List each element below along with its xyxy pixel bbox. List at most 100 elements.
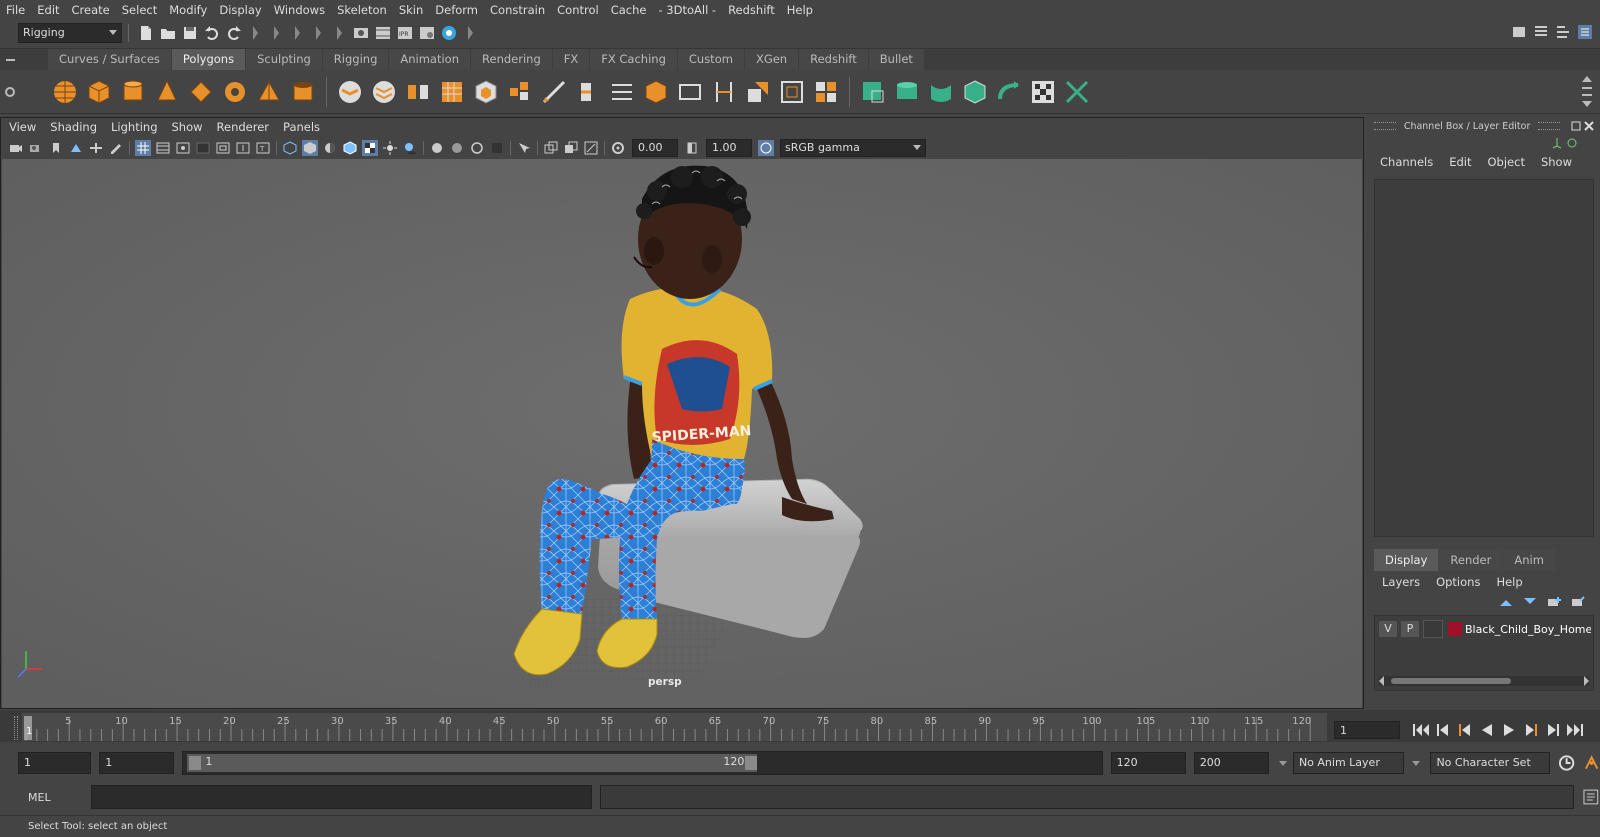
- viewport-menu-renderer[interactable]: Renderer: [210, 118, 277, 136]
- poly-plane-icon[interactable]: [186, 77, 216, 107]
- layer-menu-options[interactable]: Options: [1428, 573, 1488, 591]
- multi-cut-icon[interactable]: [539, 77, 569, 107]
- timeline-grip[interactable]: [14, 716, 18, 740]
- auto-key-icon[interactable]: [1558, 754, 1575, 772]
- depth-of-field-icon[interactable]: [489, 140, 505, 156]
- shelf-tab-xgen[interactable]: XGen: [744, 49, 799, 70]
- step-back-key-icon[interactable]: [1454, 722, 1476, 738]
- layer-playback-toggle[interactable]: P: [1401, 621, 1419, 637]
- range-slider-bar-fill[interactable]: [187, 754, 758, 772]
- create-layer-from-selected-icon[interactable]: [1570, 596, 1586, 608]
- close-icon[interactable]: [1584, 121, 1594, 131]
- hypershade-icon[interactable]: [441, 25, 457, 41]
- shelf-tab-sculpting[interactable]: Sculpting: [246, 49, 322, 70]
- insert-edge-loop-icon[interactable]: [573, 77, 603, 107]
- chevron-down-icon[interactable]: [1278, 760, 1287, 766]
- wireframe-icon[interactable]: [282, 140, 298, 156]
- layer-tab-render[interactable]: Render: [1439, 549, 1503, 571]
- poly-cylinder-icon[interactable]: [118, 77, 148, 107]
- channel-list[interactable]: [1374, 179, 1594, 537]
- checker-map-icon[interactable]: [1028, 77, 1058, 107]
- 2d-pan-zoom-icon[interactable]: [88, 140, 104, 156]
- textured-icon[interactable]: [362, 140, 378, 156]
- poly-pyramid-icon[interactable]: [254, 77, 284, 107]
- speed-icon[interactable]: [1566, 137, 1578, 149]
- exposure-icon[interactable]: [610, 140, 626, 156]
- smooth-shade-icon[interactable]: [302, 140, 318, 156]
- step-forward-frame-icon[interactable]: [1542, 722, 1564, 738]
- planar-map-icon[interactable]: [858, 77, 888, 107]
- uv-editor-icon[interactable]: [777, 77, 807, 107]
- range-end-handle[interactable]: [745, 756, 758, 770]
- cut-uv-icon[interactable]: [1062, 77, 1092, 107]
- viewport-menu-view[interactable]: View: [2, 118, 43, 136]
- ipr-render-icon[interactable]: IPR: [397, 25, 413, 41]
- shelf-tab-rendering[interactable]: Rendering: [471, 49, 552, 70]
- xray-icon[interactable]: [543, 140, 559, 156]
- target-weld-icon[interactable]: [709, 77, 739, 107]
- spherical-map-icon[interactable]: [926, 77, 956, 107]
- gamma-icon[interactable]: [684, 140, 700, 156]
- animation-preferences-icon[interactable]: [1583, 754, 1600, 772]
- move-layer-up-icon[interactable]: [1498, 596, 1514, 608]
- poly-torus-icon[interactable]: [220, 77, 250, 107]
- shelf-tab-fx-caching[interactable]: FX Caching: [590, 49, 677, 70]
- smooth-icon[interactable]: [437, 77, 467, 107]
- open-scene-icon[interactable]: [160, 25, 176, 41]
- grid-toggle-icon[interactable]: [135, 140, 151, 156]
- menu-cache[interactable]: Cache: [605, 0, 653, 20]
- command-language-label[interactable]: MEL: [0, 791, 91, 804]
- layer-row[interactable]: V P Black_Child_Boy_Home_S: [1375, 620, 1593, 638]
- layer-color-swatch[interactable]: [1448, 622, 1462, 636]
- bridge-icon[interactable]: [641, 77, 671, 107]
- collapse-icon[interactable]: [295, 26, 300, 40]
- camera-icon[interactable]: [8, 140, 24, 156]
- channel-box-menu-edit[interactable]: Edit: [1441, 153, 1479, 171]
- menu-skeleton[interactable]: Skeleton: [331, 0, 393, 20]
- field-chart-icon[interactable]: [215, 140, 231, 156]
- anim-layer-field[interactable]: No Anim Layer: [1292, 752, 1405, 774]
- separate-icon[interactable]: [369, 77, 399, 107]
- offset-edge-loop-icon[interactable]: [607, 77, 637, 107]
- save-scene-icon[interactable]: [182, 25, 198, 41]
- shelf-settings-gear-icon[interactable]: [0, 72, 20, 112]
- viewport-menu-shading[interactable]: Shading: [43, 118, 104, 136]
- channel-box-menu-channels[interactable]: Channels: [1372, 153, 1441, 171]
- manipulator-icon[interactable]: [1551, 137, 1563, 149]
- layer-menu-help[interactable]: Help: [1488, 573, 1530, 591]
- layer-menu-layers[interactable]: Layers: [1374, 573, 1428, 591]
- layer-display-type[interactable]: [1423, 620, 1443, 638]
- new-scene-icon[interactable]: [138, 25, 154, 41]
- step-forward-key-icon[interactable]: [1520, 722, 1542, 738]
- channel-box-icon[interactable]: [1577, 24, 1593, 40]
- float-panel-icon[interactable]: [1571, 121, 1581, 131]
- menu-3dtoall[interactable]: - 3DtoAll -: [652, 0, 722, 20]
- poly-sphere-icon[interactable]: [50, 77, 80, 107]
- range-slider[interactable]: 1 120: [182, 751, 1103, 775]
- shelf-tab-bullet[interactable]: Bullet: [868, 49, 924, 70]
- shelf-scroll[interactable]: [1582, 76, 1592, 110]
- animation-end-field[interactable]: 200: [1193, 752, 1269, 774]
- menu-deform[interactable]: Deform: [429, 0, 484, 20]
- menu-skin[interactable]: Skin: [393, 0, 429, 20]
- motion-blur-icon[interactable]: [449, 140, 465, 156]
- script-editor-icon[interactable]: [1582, 788, 1600, 806]
- wireframe-on-shaded-icon[interactable]: [342, 140, 358, 156]
- viewport-menu-panels[interactable]: Panels: [276, 118, 327, 136]
- default-lighting-icon[interactable]: [322, 140, 338, 156]
- shelf-tab-curves-surfaces[interactable]: Curves / Surfaces: [48, 49, 171, 70]
- menu-help[interactable]: Help: [781, 0, 819, 20]
- time-ruler[interactable]: 5 10 15 20 25 30 35 40 45 50 55 60 65 70 75 80 85 90 95 100…: [22, 713, 1327, 741]
- automatic-map-icon[interactable]: [960, 77, 990, 107]
- gamma-field[interactable]: 1.00: [706, 139, 752, 157]
- redo-icon[interactable]: [226, 25, 242, 41]
- uv-layout-icon[interactable]: [811, 77, 841, 107]
- shelf-tab-redshift[interactable]: Redshift: [799, 49, 868, 70]
- panel-grip[interactable]: [1538, 122, 1561, 130]
- extrude-icon[interactable]: [471, 77, 501, 107]
- viewport-menu-show[interactable]: Show: [165, 118, 210, 136]
- move-layer-down-icon[interactable]: [1522, 596, 1538, 608]
- collapse-icon[interactable]: [253, 26, 258, 40]
- menu-display[interactable]: Display: [213, 0, 267, 20]
- render-view-icon[interactable]: [353, 25, 369, 41]
